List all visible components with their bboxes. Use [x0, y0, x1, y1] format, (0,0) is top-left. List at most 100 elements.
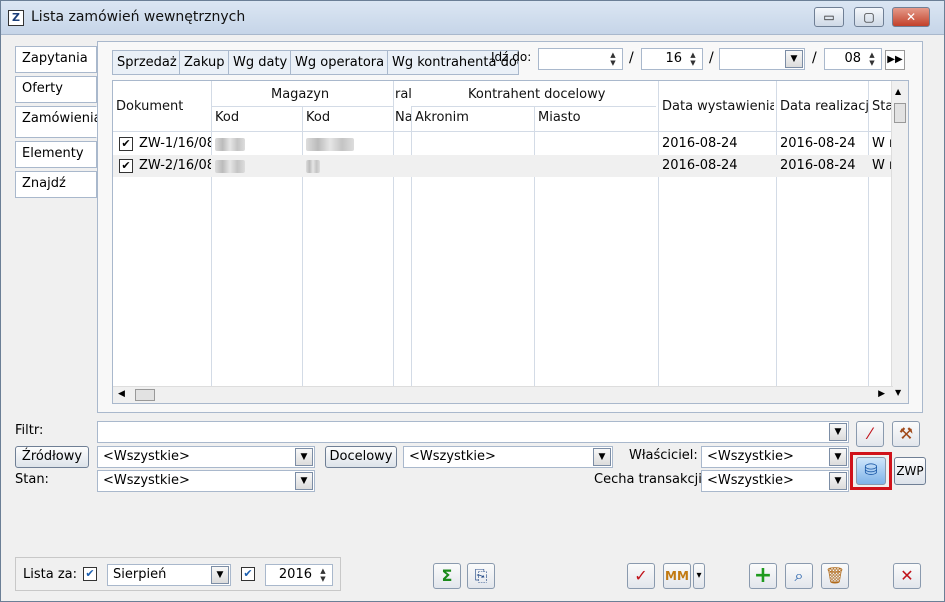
- vertical-scroll-thumb[interactable]: [894, 103, 906, 123]
- add-icon[interactable]: +: [749, 563, 777, 589]
- column-divider: [211, 81, 212, 386]
- table-row[interactable]: ✔ ZW-1/16/08 2016-08-24 2016-08-24 W r: [113, 133, 893, 155]
- docelowy-combo[interactable]: <Wszystkie> ▼: [403, 446, 613, 468]
- row-checkbox[interactable]: ✔: [119, 137, 133, 151]
- header-ral[interactable]: ral: [395, 87, 411, 102]
- goto-year-spinner[interactable]: 08 ▲ ▼: [824, 48, 882, 70]
- scroll-down-icon[interactable]: ▼: [895, 388, 901, 397]
- main-panel: Sprzedaż Zakup Wg daty Wg operatora Wg k…: [97, 41, 923, 413]
- redacted-value: [306, 138, 354, 151]
- header-stan[interactable]: Sta: [872, 99, 892, 114]
- goto-month-combo[interactable]: ▼: [719, 48, 805, 70]
- header-magazyn[interactable]: Magazyn: [271, 87, 329, 102]
- header-kod-2[interactable]: Kod: [306, 110, 330, 125]
- chevron-down-icon[interactable]: ▼: [829, 448, 847, 466]
- window-title: Lista zamówień wewnętrznych: [31, 9, 246, 25]
- horizontal-scroll-thumb[interactable]: [135, 389, 155, 401]
- wlasciciel-combo[interactable]: <Wszystkie> ▼: [701, 446, 849, 468]
- header-dokument[interactable]: Dokument: [116, 99, 183, 114]
- filter-builder-icon[interactable]: ⚒: [892, 421, 920, 447]
- docelowy-value: <Wszystkie>: [409, 449, 496, 464]
- table-row[interactable]: ✔ ZW-2/16/08 2016-08-24 2016-08-24 W r: [113, 155, 893, 177]
- zrodlowy-button[interactable]: Źródłowy: [15, 446, 89, 468]
- approve-icon[interactable]: ✓: [627, 563, 655, 589]
- cell-stan: W r: [872, 158, 892, 173]
- goto-day-spinner[interactable]: 16 ▲ ▼: [641, 48, 703, 70]
- chevron-down-icon[interactable]: ▼: [593, 448, 611, 466]
- sum-icon[interactable]: Σ: [433, 563, 461, 589]
- lista-za-checkbox[interactable]: ✔: [83, 567, 97, 581]
- goto-next-icon[interactable]: ▶▶: [885, 50, 905, 70]
- cecha-transakcji-combo[interactable]: <Wszystkie> ▼: [701, 470, 849, 492]
- stan-value: <Wszystkie>: [103, 473, 190, 488]
- goto-label: Idź do:: [491, 50, 532, 64]
- zwp-button[interactable]: ZWP: [894, 457, 926, 485]
- tab-elementy[interactable]: Elementy: [15, 141, 97, 168]
- header-data-wystawienia[interactable]: Data wystawienia: [662, 99, 774, 114]
- main-window: Z Lista zamówień wewnętrznych ▭ ▢ ✕ Zapy…: [0, 0, 945, 602]
- redacted-value: [306, 160, 320, 173]
- horizontal-scrollbar[interactable]: ◀ ▶: [113, 386, 893, 403]
- header-kod-1[interactable]: Kod: [215, 110, 239, 125]
- vertical-scrollbar[interactable]: ▲ ▼: [891, 81, 908, 403]
- highlight-frame: [850, 452, 892, 490]
- zrodlowy-value: <Wszystkie>: [103, 449, 190, 464]
- year-value: 2016: [278, 567, 312, 582]
- chevron-down-icon[interactable]: ▼: [785, 50, 803, 68]
- chevron-down-icon[interactable]: ▼: [829, 472, 847, 490]
- mm-dropdown-icon[interactable]: ▾: [693, 563, 705, 589]
- date-separator: /: [812, 50, 817, 66]
- header-na[interactable]: Na: [395, 110, 411, 125]
- tab-zakup[interactable]: Zakup: [179, 50, 230, 75]
- header-akronim[interactable]: Akronim: [415, 110, 469, 125]
- goto-first-spinner[interactable]: ▲ ▼: [538, 48, 623, 70]
- chevron-down-icon[interactable]: ▼: [295, 448, 313, 466]
- cell-dokument: ZW-2/16/08: [139, 158, 211, 173]
- chevron-down-icon[interactable]: ▼: [211, 566, 229, 584]
- tab-zamowienia[interactable]: Zamówienia: [15, 106, 102, 138]
- zrodlowy-combo[interactable]: <Wszystkie> ▼: [97, 446, 315, 468]
- filtr-combo[interactable]: ▼: [97, 421, 849, 443]
- clear-filter-icon[interactable]: ⁄: [856, 421, 884, 447]
- wlasciciel-value: <Wszystkie>: [707, 449, 794, 464]
- redacted-value: [215, 138, 245, 151]
- year-checkbox[interactable]: ✔: [241, 567, 255, 581]
- docelowy-button[interactable]: Docelowy: [325, 446, 397, 468]
- close-icon[interactable]: ✕: [893, 563, 921, 589]
- column-divider: [868, 81, 869, 386]
- scroll-up-icon[interactable]: ▲: [895, 87, 901, 96]
- maximize-button[interactable]: ▢: [854, 7, 884, 27]
- title-bar[interactable]: Z Lista zamówień wewnętrznych ▭ ▢ ✕: [1, 1, 944, 35]
- header-data-realizacji[interactable]: Data realizacji: [780, 99, 868, 114]
- month-value: Sierpień: [113, 567, 167, 582]
- close-window-button[interactable]: ✕: [892, 7, 930, 27]
- tab-zapytania[interactable]: Zapytania: [15, 46, 97, 73]
- tab-wg-daty[interactable]: Wg daty: [228, 50, 293, 75]
- scroll-left-icon[interactable]: ◀: [118, 389, 125, 399]
- minimize-button[interactable]: ▭: [814, 7, 844, 27]
- row-checkbox[interactable]: ✔: [119, 159, 133, 173]
- delete-icon[interactable]: 🗑: [821, 563, 849, 589]
- header-kontrahent-docelowy[interactable]: Kontrahent docelowy: [468, 87, 605, 102]
- cecha-transakcji-label: Cecha transakcji:: [594, 472, 707, 487]
- year-spinner[interactable]: 2016 ▲ ▼: [265, 564, 333, 586]
- tab-wg-operatora[interactable]: Wg operatora: [290, 50, 390, 75]
- goto-day-value: 16: [665, 51, 682, 66]
- scroll-right-icon[interactable]: ▶: [878, 389, 885, 399]
- date-separator: /: [709, 50, 714, 66]
- header-miasto[interactable]: Miasto: [538, 110, 581, 125]
- chevron-down-icon[interactable]: ▼: [295, 472, 313, 490]
- export-icon[interactable]: ⎘: [467, 563, 495, 589]
- redacted-value: [215, 160, 245, 173]
- lista-za-label: Lista za:: [23, 567, 77, 582]
- cecha-transakcji-value: <Wszystkie>: [707, 473, 794, 488]
- search-icon[interactable]: ⌕: [785, 563, 813, 589]
- tab-sprzedaz[interactable]: Sprzedaż: [112, 50, 182, 75]
- mm-document-icon[interactable]: MM: [663, 563, 691, 589]
- tab-znajdz[interactable]: Znajdź: [15, 171, 97, 198]
- tab-oferty[interactable]: Oferty: [15, 76, 97, 103]
- goto-year-value: 08: [844, 51, 861, 66]
- month-combo[interactable]: Sierpień ▼: [107, 564, 231, 586]
- stan-combo[interactable]: <Wszystkie> ▼: [97, 470, 315, 492]
- chevron-down-icon[interactable]: ▼: [829, 423, 847, 441]
